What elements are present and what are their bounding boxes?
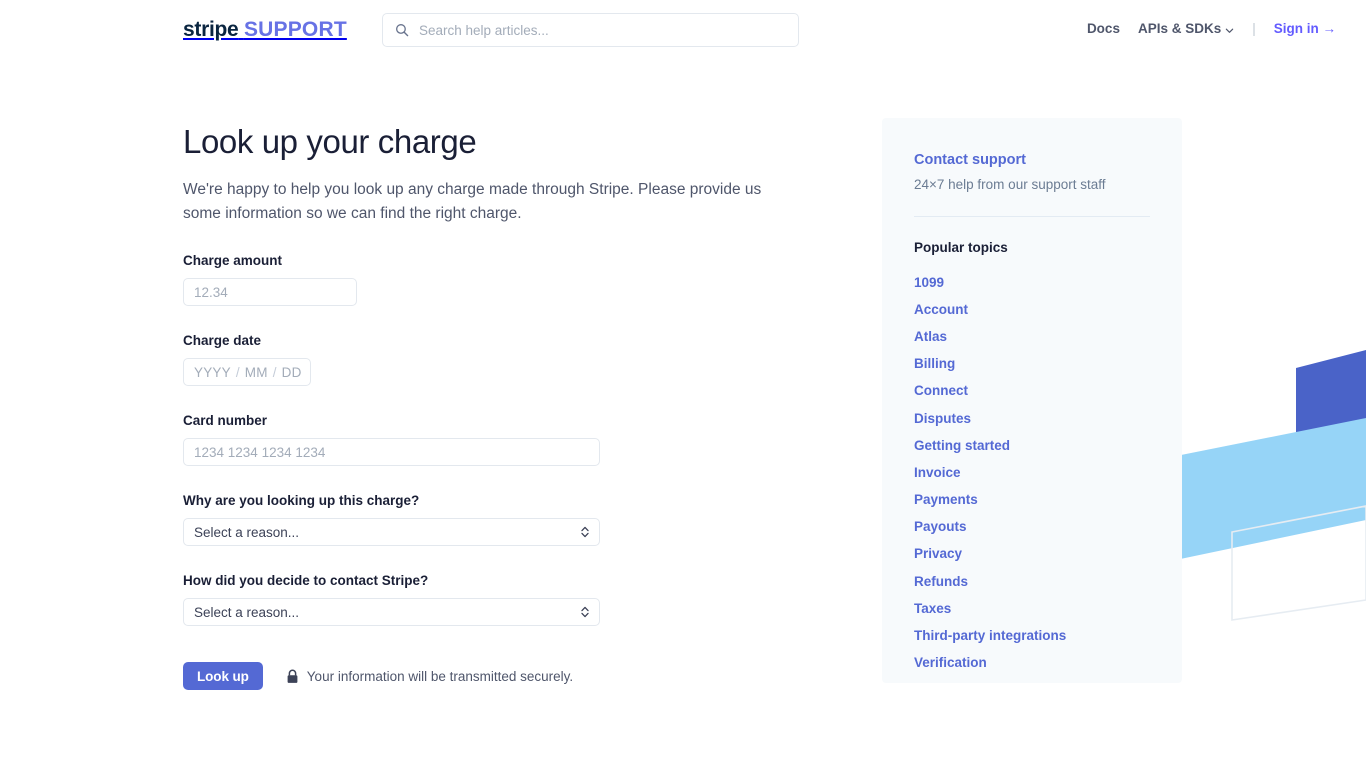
chevron-down-icon <box>1225 23 1234 33</box>
topic-link[interactable]: Account <box>914 296 1150 323</box>
label-lookup-reason: Why are you looking up this charge? <box>183 493 420 508</box>
date-day-placeholder[interactable]: DD <box>282 365 302 380</box>
decor-shapes-icon <box>1166 350 1366 621</box>
logo-word-support: SUPPORT <box>243 18 347 41</box>
label-charge-date: Charge date <box>183 333 262 348</box>
nav-label-sign-in: Sign in → <box>1273 21 1336 36</box>
date-separator-2: / <box>272 364 277 380</box>
topic-link[interactable]: 1099 <box>914 269 1150 296</box>
popular-topics-list: 1099 Account Atlas Billing Connect Disputes Ge… <box>914 269 1150 677</box>
look-up-button[interactable]: Look up <box>183 662 263 690</box>
list-item: Disputes <box>914 405 1150 432</box>
topic-link[interactable]: Refunds <box>914 568 1150 595</box>
nav-link-sign-in[interactable]: Sign in → <box>1274 21 1336 36</box>
date-separator-1: / <box>235 364 240 380</box>
list-item: Account <box>914 296 1150 323</box>
nav-separator: | <box>1252 21 1256 36</box>
list-item: Verification <box>914 650 1150 677</box>
nav-link-docs[interactable]: Docs <box>1087 21 1120 36</box>
topic-link[interactable]: Getting started <box>914 432 1150 459</box>
lookup-reason-select[interactable]: Select a reason... <box>183 518 600 546</box>
list-item: Connect <box>914 378 1150 405</box>
list-item: Billing <box>914 351 1150 378</box>
contact-support-link[interactable]: Contact support <box>914 150 1150 170</box>
list-item: Getting started <box>914 432 1150 459</box>
list-item: Third-party integrations <box>914 622 1150 649</box>
main-content: Look up your charge We're happy to help … <box>183 122 803 690</box>
field-card-number: Card number <box>183 412 803 466</box>
label-card-number: Card number <box>183 413 268 428</box>
secure-notice: Your information will be transmitted sec… <box>286 669 573 684</box>
list-item: 1099 <box>914 269 1150 296</box>
search-icon <box>394 23 409 38</box>
list-item: Taxes <box>914 595 1150 622</box>
support-sidebar: Contact support 24×7 help from our suppo… <box>882 118 1182 683</box>
secure-notice-text: Your information will be transmitted sec… <box>306 668 574 684</box>
topic-link[interactable]: Third-party integrations <box>914 622 1150 649</box>
page-root: stripe SUPPORT Docs APIs & SDKs | <box>0 0 1366 768</box>
topic-link[interactable]: Billing <box>914 351 1150 378</box>
field-lookup-reason: Why are you looking up this charge? Sele… <box>183 492 803 546</box>
list-item: Atlas <box>914 323 1150 350</box>
logo-stripe-support[interactable]: stripe SUPPORT <box>183 19 347 41</box>
topic-link[interactable]: Invoice <box>914 459 1150 486</box>
list-item: Payouts <box>914 514 1150 541</box>
submit-row: Look up Your information will be transmi… <box>183 662 803 690</box>
date-month-placeholder[interactable]: MM <box>245 365 268 380</box>
nav-label-docs: Docs <box>1086 21 1120 36</box>
charge-date-input[interactable]: YYYY / MM / DD <box>183 358 311 386</box>
field-contact-method: How did you decide to contact Stripe? Se… <box>183 572 803 626</box>
nav-label-apis-sdks: APIs & SDKs <box>1137 21 1222 36</box>
topic-link[interactable]: Disputes <box>914 405 1150 432</box>
field-charge-amount: Charge amount <box>183 252 803 306</box>
main-navigation: Docs APIs & SDKs | Sign in → <box>1087 21 1336 36</box>
topic-link[interactable]: Connect <box>914 378 1150 405</box>
decorative-graphic <box>1166 330 1366 660</box>
logo-word-stripe: stripe <box>183 18 239 41</box>
topic-link[interactable]: Taxes <box>914 595 1150 622</box>
nav-link-apis-sdks[interactable]: APIs & SDKs <box>1138 21 1234 36</box>
card-number-input[interactable] <box>183 438 600 466</box>
charge-amount-input[interactable] <box>183 278 357 306</box>
topic-link[interactable]: Payments <box>914 487 1150 514</box>
popular-topics-heading: Popular topics <box>914 240 1008 255</box>
contact-method-select[interactable]: Select a reason... <box>183 598 600 626</box>
topic-link[interactable]: Privacy <box>914 541 1150 568</box>
search-bar[interactable] <box>382 13 799 47</box>
label-charge-amount: Charge amount <box>183 253 283 268</box>
topic-link[interactable]: Atlas <box>914 323 1150 350</box>
lookup-reason-selected-value: Select a reason... <box>194 524 300 540</box>
list-item: Invoice <box>914 459 1150 486</box>
lock-icon <box>286 669 299 684</box>
site-header: stripe SUPPORT Docs APIs & SDKs | <box>0 0 1366 60</box>
page-title: Look up your charge <box>183 123 477 160</box>
search-input[interactable] <box>417 14 788 46</box>
topic-link[interactable]: Payouts <box>914 514 1150 541</box>
contact-support-subtitle: 24×7 help from our support staff <box>914 177 1106 192</box>
contact-method-selected-value: Select a reason... <box>194 604 300 620</box>
page-intro-text: We're happy to help you look up any char… <box>183 181 762 222</box>
topic-link[interactable]: Verification <box>914 650 1150 677</box>
list-item: Privacy <box>914 541 1150 568</box>
sidebar-divider <box>914 216 1150 217</box>
date-year-placeholder[interactable]: YYYY <box>194 365 231 380</box>
list-item: Payments <box>914 487 1150 514</box>
label-contact-method: How did you decide to contact Stripe? <box>183 573 429 588</box>
field-charge-date: Charge date YYYY / MM / DD <box>183 332 803 386</box>
list-item: Refunds <box>914 568 1150 595</box>
